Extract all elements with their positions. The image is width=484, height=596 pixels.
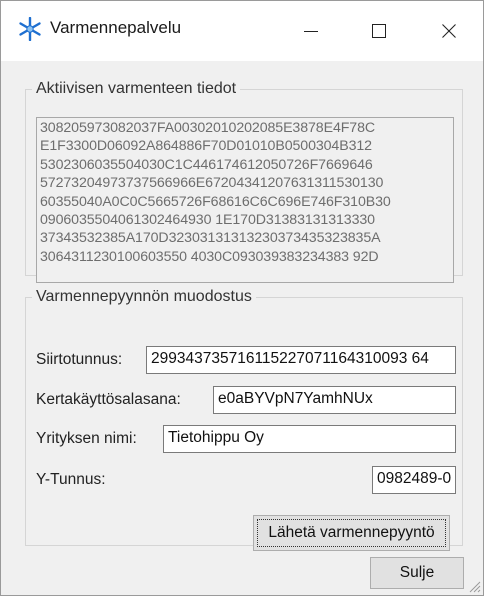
transfer-id-label: Siirtotunnus:	[36, 351, 123, 368]
cert-line: 0906035504061302464930 1E170D31383131313…	[40, 212, 375, 229]
close-button-label: Sulje	[399, 564, 435, 581]
cert-line: 3064311230100603550 4030C093039383234383…	[40, 248, 379, 265]
ytunnus-label: Y-Tunnus:	[36, 471, 106, 488]
cert-line: 60355040A0C0C5665726F68616C6C696E746F310…	[40, 193, 391, 210]
request-group-legend: Varmennepyynnön muodostus	[36, 288, 252, 305]
ytunnus-input[interactable]: 0982489-0	[372, 466, 456, 494]
close-button[interactable]: Sulje	[370, 557, 464, 589]
resize-grip-icon[interactable]	[465, 577, 481, 593]
send-request-button[interactable]: Lähetä varmennepyyntö	[253, 515, 450, 551]
maximize-button[interactable]	[345, 1, 413, 61]
otp-label: Kertakäyttösalasana:	[36, 391, 181, 408]
certificate-data-box: 308205973082037FA00302010202085E3878E4F7…	[36, 117, 454, 283]
app-window: Varmennepalvelu Aktiivisen varmenteen ti…	[0, 0, 484, 596]
certificate-group: Aktiivisen varmenteen tiedot 30820597308…	[25, 80, 463, 283]
snowflake-icon	[19, 17, 41, 41]
request-group: Varmennepyynnön muodostus Siirtotunnus: …	[25, 288, 463, 551]
window-title: Varmennepalvelu	[50, 18, 182, 37]
focus-ring	[257, 519, 446, 547]
certificate-group-legend: Aktiivisen varmenteen tiedot	[36, 80, 237, 97]
company-name-label: Yrityksen nimi:	[36, 430, 137, 447]
cert-line: 37343532385A170D323031313132303734353238…	[40, 230, 381, 247]
cert-line: 57273204973737566966E6720434120763131153…	[40, 175, 384, 192]
minimize-button[interactable]	[277, 1, 345, 61]
company-name-input[interactable]: Tietohippu Oy	[163, 425, 456, 453]
cert-line: E1F3300D06092A864886F70D01010B0500304B31…	[40, 138, 372, 155]
maximize-icon	[372, 24, 386, 38]
otp-input[interactable]: e0aBYVpN7YamhNUx	[213, 386, 456, 414]
cert-line: 5302306035504030C1C446174612050726F76696…	[40, 156, 373, 173]
minimize-icon	[304, 31, 318, 32]
cert-line: 308205973082037FA00302010202085E3878E4F7…	[40, 120, 376, 136]
close-window-button[interactable]	[415, 1, 483, 61]
close-icon	[442, 24, 456, 38]
title-bar[interactable]: Varmennepalvelu	[1, 1, 483, 61]
transfer-id-input[interactable]: 299343735716115227071164310093 64	[146, 346, 456, 374]
